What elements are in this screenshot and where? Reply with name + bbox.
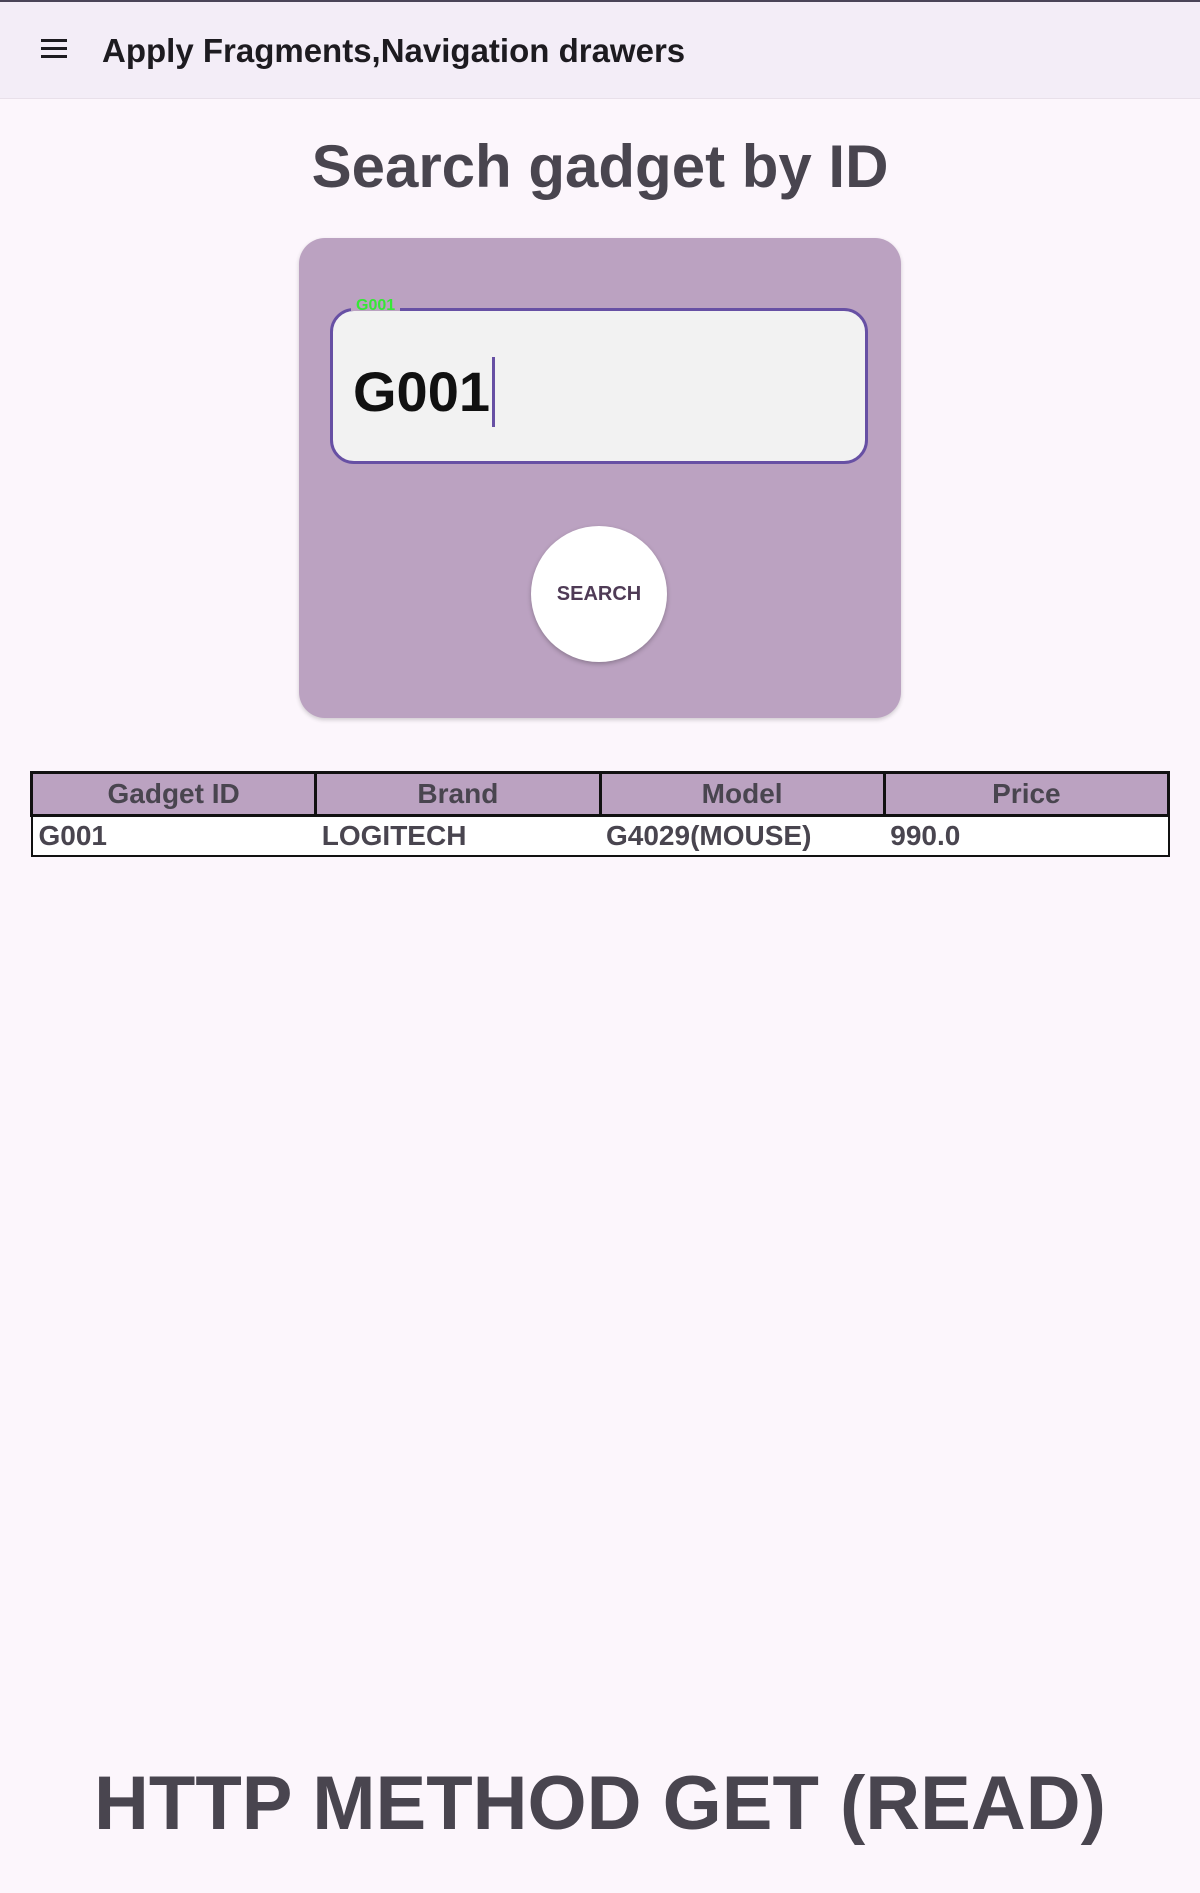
navigation-drawer-button[interactable] (30, 24, 78, 72)
hamburger-menu-icon (41, 39, 67, 58)
column-header-model: Model (598, 771, 886, 817)
table-row: G001 LOGITECH G4029(MOUSE) 990.0 (30, 814, 1170, 857)
app-bar: Apply Fragments,Navigation drawers (0, 2, 1200, 99)
cell-model: G4029(MOUSE) (600, 814, 885, 857)
text-cursor (492, 357, 495, 427)
gadget-id-input-text: G001 (353, 360, 490, 423)
cell-price: 990.0 (884, 814, 1170, 857)
footer-caption: HTTP METHOD GET (READ) (94, 1761, 1106, 1846)
search-card: G001 G001 SEARCH (299, 238, 901, 718)
page-title: Search gadget by ID (311, 133, 889, 200)
gadget-id-input-value[interactable]: G001 (353, 357, 495, 427)
gadget-id-input[interactable]: G001 G001 (330, 296, 868, 464)
table-header-row: Gadget ID Brand Model Price (29, 771, 1171, 817)
search-button[interactable]: SEARCH (531, 526, 667, 662)
results-table: Gadget ID Brand Model Price G001 LOGITEC… (29, 771, 1171, 857)
gadget-id-input-label: G001 (351, 296, 401, 311)
cell-gadget-id: G001 (30, 814, 316, 857)
column-header-price: Price (882, 771, 1171, 817)
app-bar-title: Apply Fragments,Navigation drawers (102, 32, 686, 69)
column-header-brand: Brand (314, 771, 602, 817)
column-header-gadget-id: Gadget ID (29, 771, 318, 817)
cell-brand: LOGITECH (315, 814, 600, 857)
